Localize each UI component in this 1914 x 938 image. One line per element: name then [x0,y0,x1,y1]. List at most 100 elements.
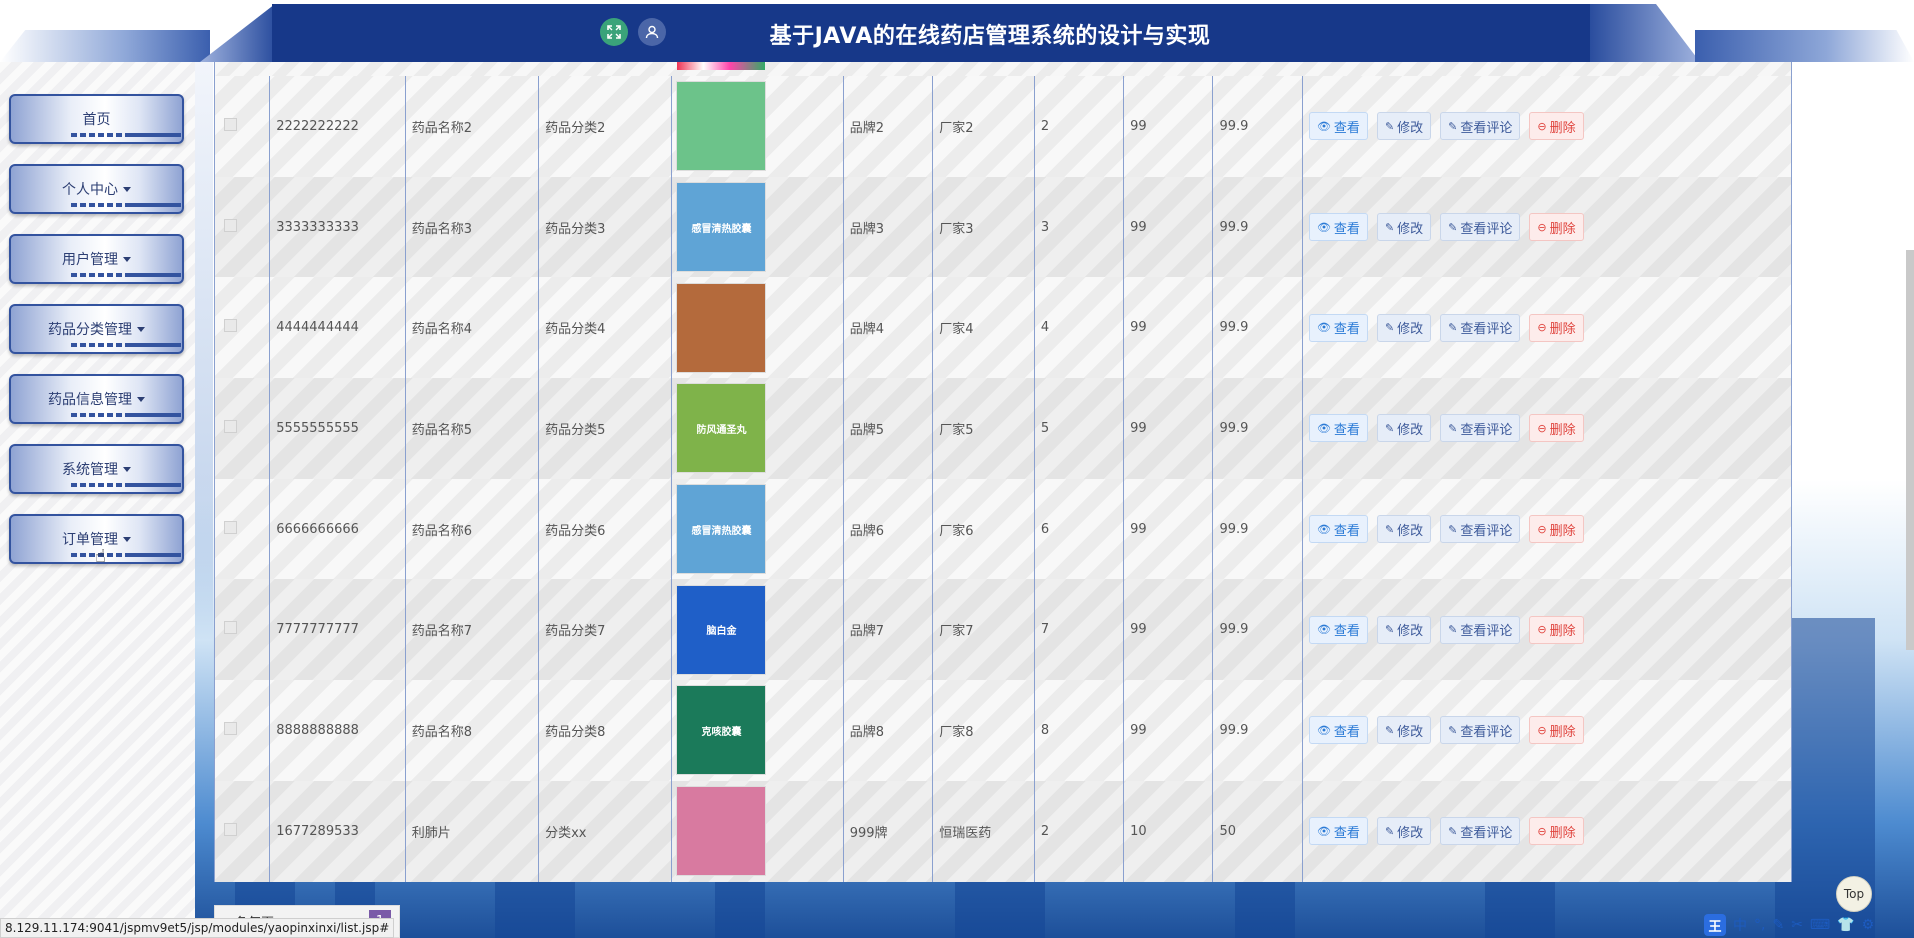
delete-button[interactable]: ⊖ 删除 [1529,615,1584,644]
row-checkbox[interactable] [224,520,237,534]
sidebar-item-personal-center[interactable]: 个人中心 [9,164,184,214]
view-comments-button[interactable]: ✎ 查看评论 [1440,414,1521,443]
view-comments-button[interactable]: ✎ 查看评论 [1440,817,1521,846]
view-button[interactable]: 👁 查看 [1308,716,1368,745]
shirt-icon[interactable]: 👕 [1837,917,1854,933]
edit-button[interactable]: ✎ 修改 [1376,112,1432,141]
minus-circle-icon: ⊖ [1537,421,1547,435]
edit-icon: ✎ [1384,321,1395,335]
view-button[interactable]: 👁 查看 [1308,817,1368,846]
drug-image [676,282,767,373]
edit-icon: ✎ [1384,723,1395,737]
table-row: 5555555555 药品名称5 药品分类5 防风通圣丸 品牌5 厂家5 5 99 99.9 👁… [215,378,1791,479]
view-button[interactable]: 👁 查看 [1308,515,1368,544]
view-comments-button[interactable]: ✎ 查看评论 [1440,213,1521,242]
sidebar-item-label: 用户管理 [62,252,118,268]
drug-brand: 品牌5 [849,422,884,438]
drug-stock: 7 [1040,622,1050,638]
edit-button[interactable]: ✎ 修改 [1376,313,1432,342]
page-scrollbar[interactable] [1906,250,1914,650]
sidebar-item-home[interactable]: 首页 [9,94,184,144]
edit-icon: ✎ [1448,220,1458,234]
drug-stock: 4 [1040,320,1050,336]
drug-code: 6666666666 [276,521,359,537]
edit-button[interactable]: ✎ 修改 [1376,716,1432,745]
row-checkbox[interactable] [224,721,237,735]
page-title: 基于JAVA的在线药店管理系统的设计与实现 [769,24,1211,49]
drug-manufacturer: 厂家7 [939,624,974,640]
drug-name: 药品名称6 [411,523,473,539]
row-checkbox[interactable] [224,117,237,131]
view-comments-button[interactable]: ✎ 查看评论 [1440,716,1521,745]
back-to-top-button[interactable]: Top [1836,876,1872,912]
sidebar-item-drug-category-management[interactable]: 药品分类管理 [9,304,184,354]
edit-icon: ✎ [1384,522,1395,536]
drug-code: 5555555555 [276,420,359,436]
fullscreen-button[interactable] [600,18,628,46]
view-comments-button[interactable]: ✎ 查看评论 [1440,112,1521,141]
view-comments-button[interactable]: ✎ 查看评论 [1440,515,1521,544]
user-icon [645,25,659,39]
ime-logo-icon[interactable]: 王 [1704,914,1726,936]
delete-button[interactable]: ⊖ 删除 [1529,817,1584,846]
view-comments-button[interactable]: ✎ 查看评论 [1440,615,1521,644]
eye-icon: 👁 [1316,421,1331,435]
view-comments-button[interactable]: ✎ 查看评论 [1440,313,1521,342]
sidebar-item-drug-info-management[interactable]: 药品信息管理 [9,374,184,424]
edit-button[interactable]: ✎ 修改 [1376,615,1432,644]
row-checkbox[interactable] [224,319,237,333]
edit-button[interactable]: ✎ 修改 [1376,817,1432,846]
view-button[interactable]: 👁 查看 [1308,615,1368,644]
scissors-icon[interactable]: ✂ [1791,917,1803,933]
row-checkbox[interactable] [224,822,237,836]
drug-stock: 8 [1040,722,1050,738]
row-checkbox[interactable] [224,419,237,433]
caret-down-icon [123,536,131,542]
drug-stock: 6 [1040,521,1050,537]
view-button[interactable]: 👁 查看 [1308,313,1368,342]
sidebar-item-user-management[interactable]: 用户管理 [9,234,184,284]
delete-button[interactable]: ⊖ 删除 [1529,213,1584,242]
minus-circle-icon: ⊖ [1537,522,1547,536]
ime-mode-toggle[interactable]: 中 [1733,915,1747,935]
drug-category: 药品分类8 [545,724,606,740]
minus-circle-icon: ⊖ [1537,220,1547,234]
view-button[interactable]: 👁 查看 [1308,414,1368,443]
edit-button[interactable]: ✎ 修改 [1376,213,1432,242]
expand-arrows-icon [607,25,621,39]
keyboard-icon[interactable]: ⌨ [1810,917,1830,933]
drug-category: 分类xx [545,825,587,841]
delete-button[interactable]: ⊖ 删除 [1529,414,1584,443]
delete-button[interactable]: ⊖ 删除 [1529,112,1584,141]
delete-button[interactable]: ⊖ 删除 [1529,716,1584,745]
eye-icon: 👁 [1316,723,1331,737]
delete-button[interactable]: ⊖ 删除 [1529,515,1584,544]
row-checkbox[interactable] [224,218,237,232]
sidebar-item-label: 药品分类管理 [48,322,132,338]
punctuation-icon[interactable]: °, [1754,917,1765,933]
delete-button[interactable]: ⊖ 删除 [1529,313,1584,342]
drug-price: 99.9 [1219,219,1249,235]
drug-image: 脑白金 [676,584,767,675]
settings-gear-icon[interactable]: ⚙ [1862,917,1875,933]
drug-manufacturer: 厂家5 [939,422,974,438]
drug-image [676,81,767,172]
drug-category: 药品分类2 [545,120,606,136]
edit-button[interactable]: ✎ 修改 [1376,414,1432,443]
edit-icon: ✎ [1384,824,1395,838]
drug-price: 99.9 [1219,320,1249,336]
edit-button[interactable]: ✎ 修改 [1376,515,1432,544]
table-row: 3333333333 药品名称3 药品分类3 感冒清热胶囊 品牌3 厂家3 3 99 99.9 … [215,176,1791,278]
pen-icon[interactable]: ✎ [1772,917,1784,933]
user-button[interactable] [638,18,666,46]
drug-price: 99.9 [1219,722,1249,738]
drug-manufacturer: 厂家2 [939,120,974,136]
view-button[interactable]: 👁 查看 [1308,213,1368,242]
row-checkbox[interactable] [224,621,237,635]
drug-price: 99.9 [1219,420,1249,436]
drug-quantity: 99 [1130,118,1147,134]
drug-manufacturer: 厂家3 [939,221,974,237]
sidebar-item-system-management[interactable]: 系统管理 [9,444,184,494]
view-button[interactable]: 👁 查看 [1308,112,1368,141]
drug-name: 药品名称8 [411,724,473,740]
